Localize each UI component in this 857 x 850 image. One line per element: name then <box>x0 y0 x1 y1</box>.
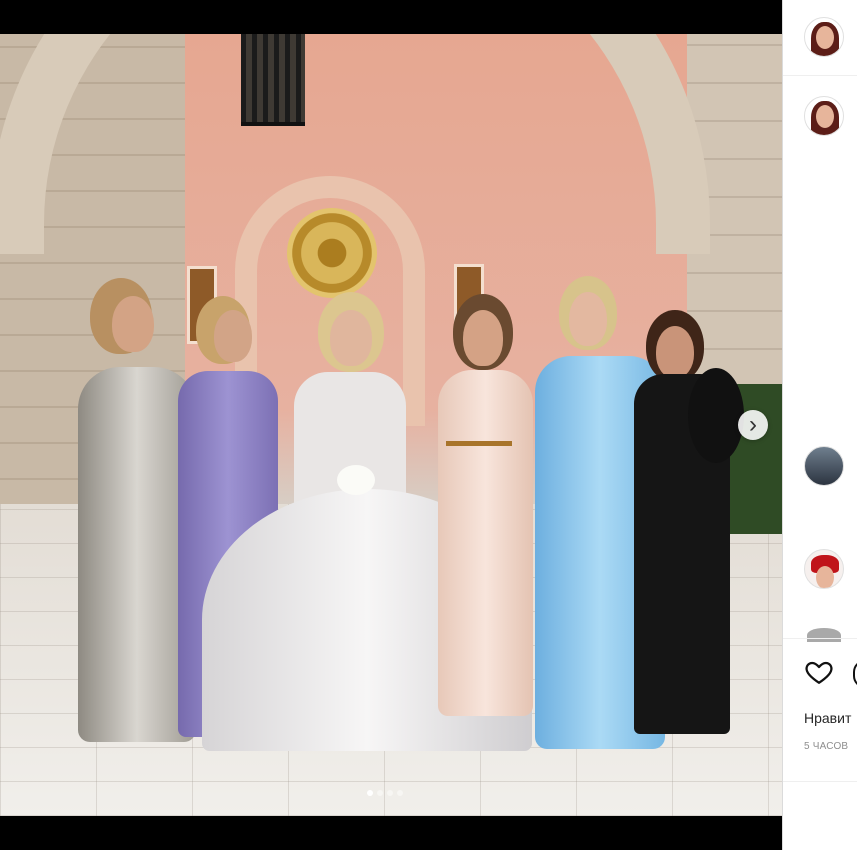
next-slide-button[interactable]: › <box>738 410 768 440</box>
carousel-dot <box>367 790 373 796</box>
wedding-photo <box>0 34 782 816</box>
likes-text[interactable]: Нравит <box>804 710 857 726</box>
author-avatar[interactable] <box>804 17 844 57</box>
caption-avatar[interactable] <box>804 96 844 136</box>
commenter-avatar[interactable] <box>804 446 844 486</box>
carousel-dot <box>387 790 393 796</box>
carousel-dot <box>377 790 383 796</box>
lantern <box>241 34 305 126</box>
carousel-dot <box>397 790 403 796</box>
commenter-avatar[interactable] <box>807 628 841 642</box>
window <box>187 266 217 344</box>
comment-icon[interactable] <box>853 660 857 688</box>
post-media: › <box>0 0 782 850</box>
divider <box>783 781 857 782</box>
carousel-indicator <box>367 790 403 796</box>
post-sidebar: Нравит 5 ЧАСОВ <box>782 0 857 850</box>
chevron-right-icon: › <box>749 411 757 438</box>
heart-outline-icon[interactable] <box>804 657 834 687</box>
divider <box>783 75 857 76</box>
commenter-avatar[interactable] <box>804 549 844 589</box>
post-timestamp[interactable]: 5 ЧАСОВ <box>804 741 848 752</box>
divider <box>783 638 857 639</box>
gold-medallion <box>287 208 377 298</box>
